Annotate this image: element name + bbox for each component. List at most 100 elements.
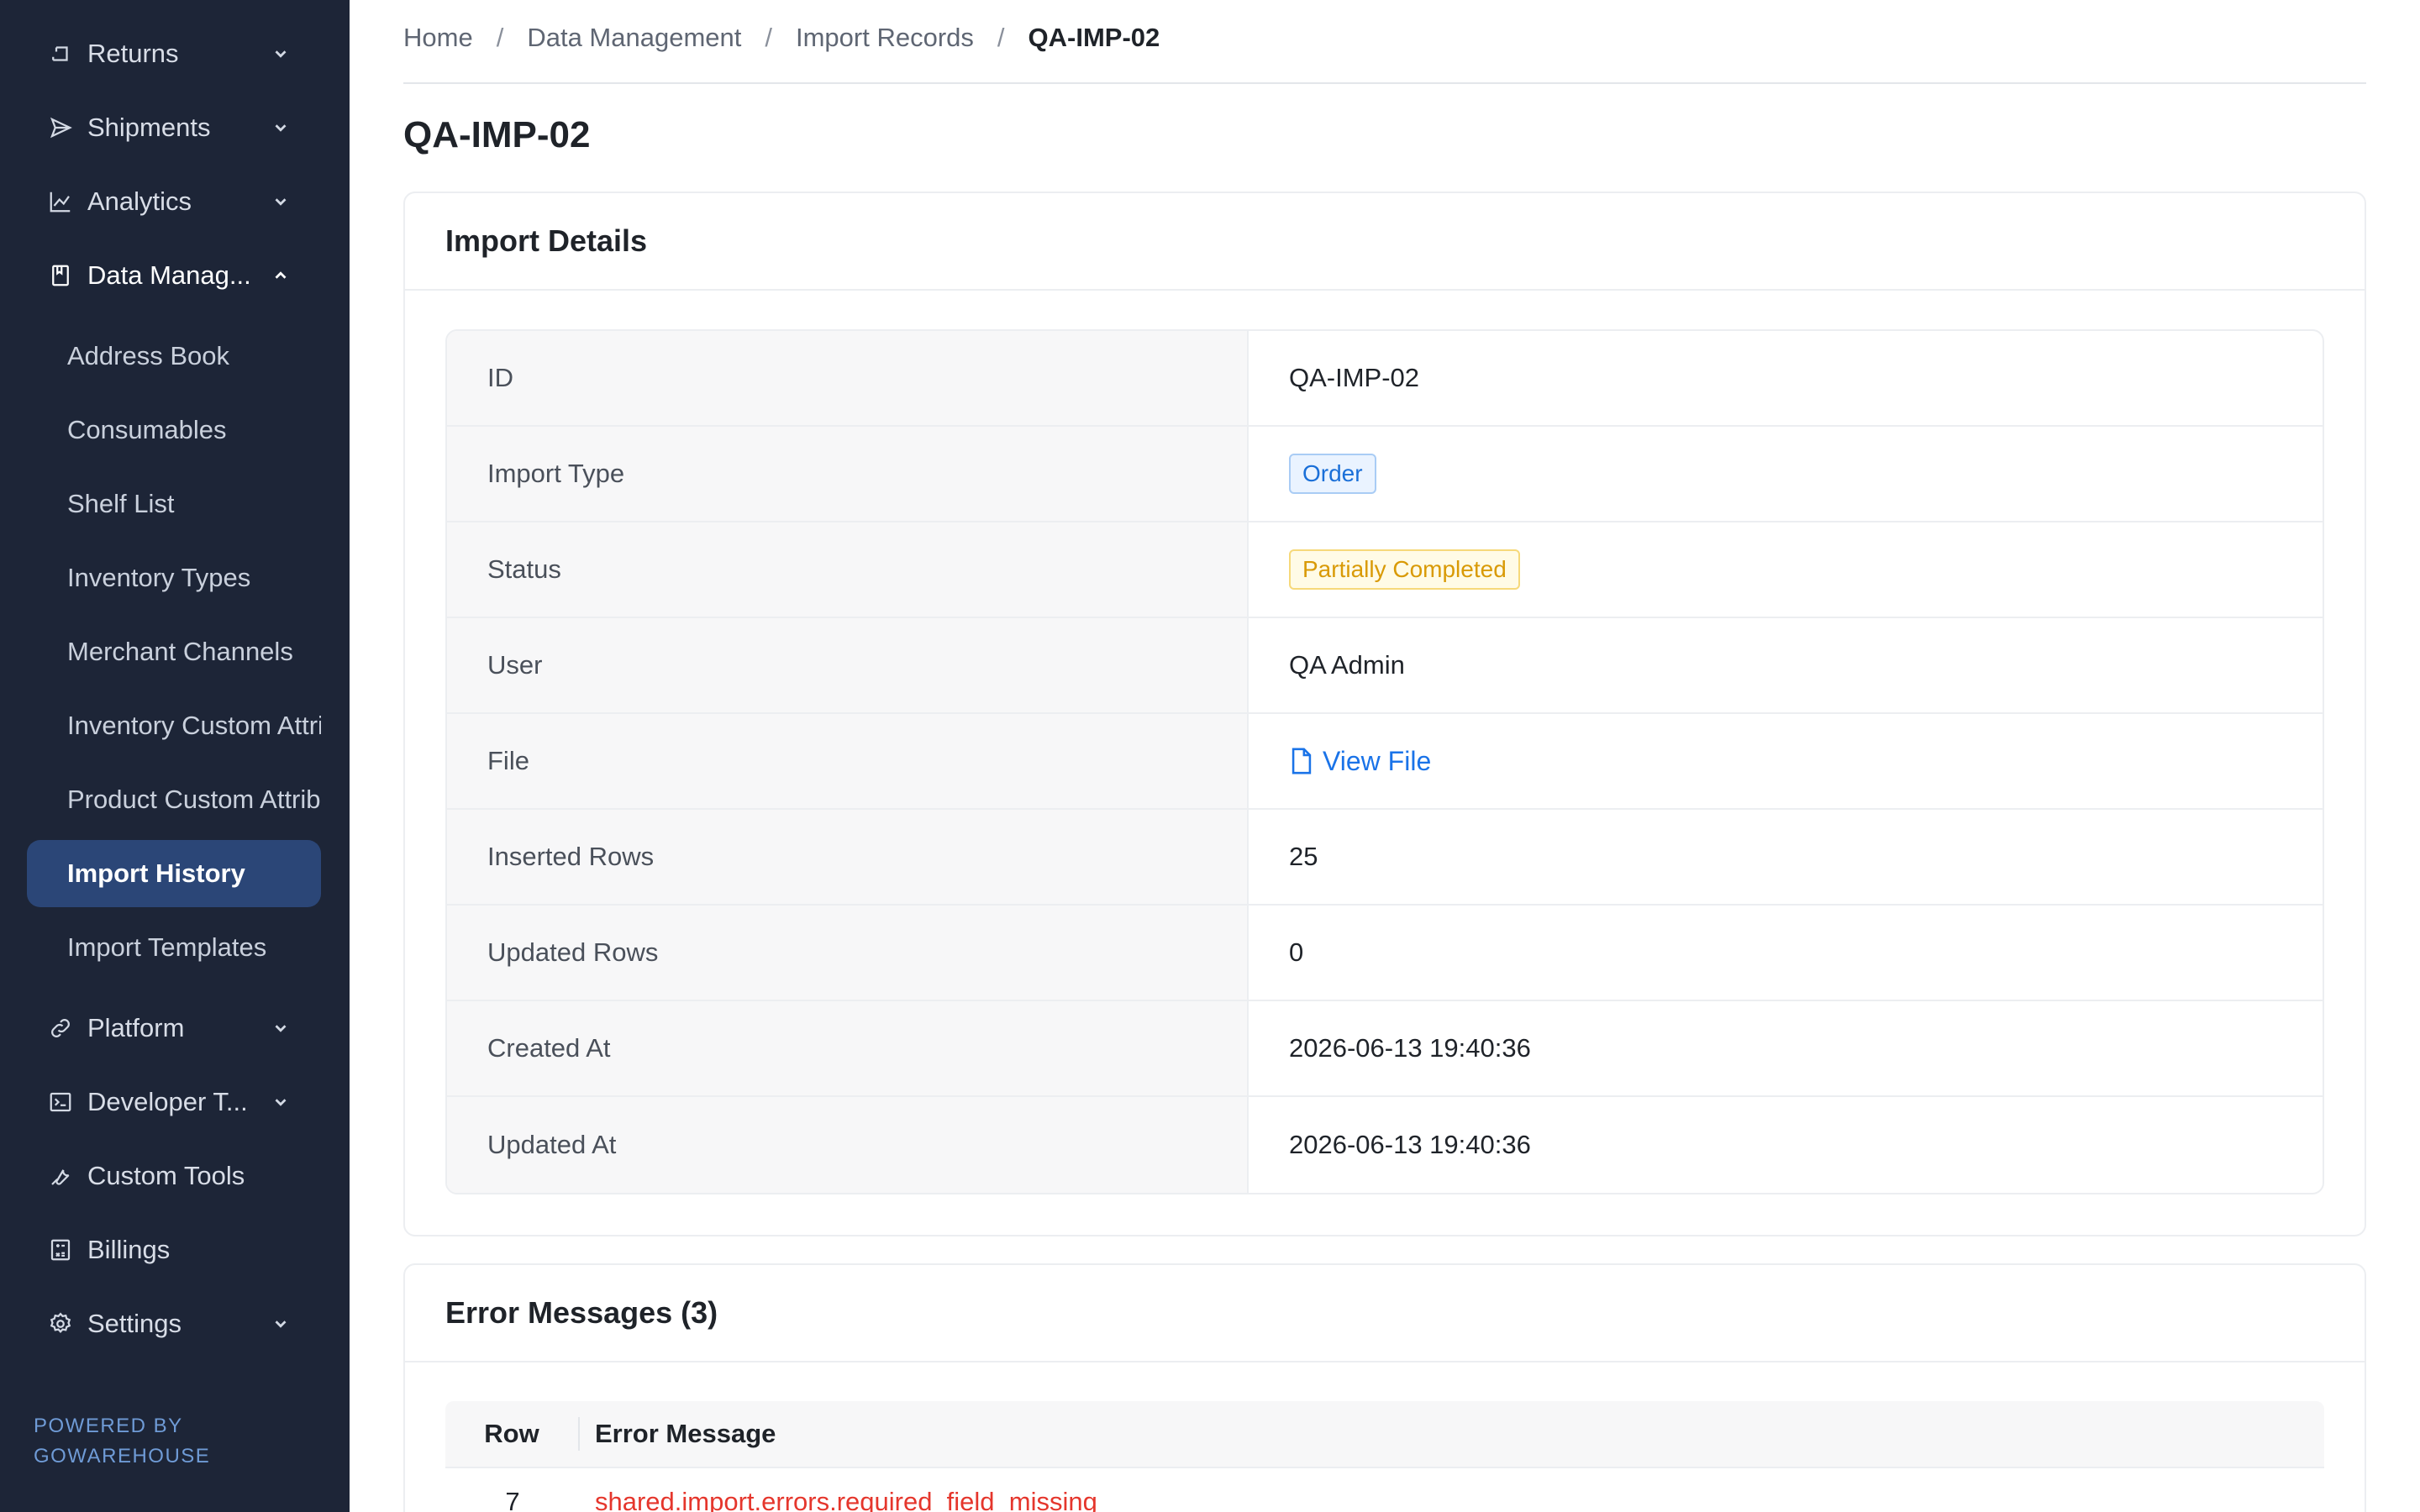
sidebar-item-shelf-list[interactable]: Shelf List <box>27 470 321 538</box>
sidebar-group-platform[interactable]: Platform <box>0 991 350 1065</box>
card-title: Import Details <box>405 193 2365 291</box>
sidebar: Returns Shipments Analytics Data Manag..… <box>0 0 350 1512</box>
sidebar-group-custom-tools[interactable]: Custom Tools <box>0 1139 350 1213</box>
sidebar-group-label: Billings <box>87 1235 171 1264</box>
detail-label: Inserted Rows <box>447 810 1249 904</box>
column-header-error-message: Error Message <box>595 1419 776 1448</box>
sidebar-group-label: Analytics <box>87 186 192 216</box>
detail-label: File <box>447 714 1249 808</box>
sidebar-group-label: Settings <box>87 1309 182 1338</box>
detail-value: 2026-06-13 19:40:36 <box>1289 1033 1531 1063</box>
breadcrumb-divider <box>403 82 2366 84</box>
detail-value: 2026-06-13 19:40:36 <box>1289 1130 1531 1159</box>
powered-by-brand: GOWAREHOUSE <box>34 1445 211 1467</box>
detail-row-import-type: Import Type Order <box>447 427 2323 522</box>
error-table: Row Error Message 7 shared.import.errors… <box>445 1401 2324 1512</box>
sidebar-item-import-templates[interactable]: Import Templates <box>27 914 321 981</box>
sidebar-item-inventory-types[interactable]: Inventory Types <box>27 544 321 612</box>
sidebar-item-address-book[interactable]: Address Book <box>27 323 321 390</box>
sidebar-group-analytics[interactable]: Analytics <box>0 165 350 239</box>
detail-value: QA-IMP-02 <box>1289 363 1420 392</box>
detail-value: QA Admin <box>1289 650 1405 680</box>
sidebar-group-label: Platform <box>87 1013 185 1042</box>
error-message-text: shared.import.errors.required_field_miss… <box>595 1487 1097 1512</box>
detail-label: ID <box>447 331 1249 425</box>
breadcrumb-separator: / <box>765 23 772 52</box>
sidebar-group-billings[interactable]: Billings <box>0 1213 350 1287</box>
breadcrumb-home[interactable]: Home <box>403 23 473 53</box>
return-icon <box>47 40 74 67</box>
detail-row-inserted-rows: Inserted Rows 25 <box>447 810 2323 906</box>
detail-value-cell: Order <box>1249 427 2323 521</box>
gear-icon <box>47 1310 74 1337</box>
detail-label: Updated At <box>447 1097 1249 1193</box>
sidebar-group-label: Shipments <box>87 113 211 142</box>
sidebar-item-label: Import Templates <box>67 932 267 962</box>
detail-value-cell: View File <box>1249 714 2323 808</box>
sidebar-item-import-history[interactable]: Import History <box>27 840 321 907</box>
sidebar-item-label: Consumables <box>67 415 227 444</box>
book-icon <box>47 262 74 289</box>
sidebar-item-product-custom-attributes[interactable]: Product Custom Attributes <box>27 766 321 833</box>
detail-row-created-at: Created At 2026-06-13 19:40:36 <box>447 1001 2323 1097</box>
breadcrumb: Home / Data Management / Import Records … <box>403 18 1160 57</box>
chevron-down-icon <box>267 188 294 215</box>
file-icon <box>1292 748 1312 774</box>
breadcrumb-data-management[interactable]: Data Management <box>527 23 741 53</box>
sidebar-group-label: Returns <box>87 39 179 68</box>
breadcrumb-separator: / <box>496 23 504 52</box>
sidebar-group-label: Custom Tools <box>87 1161 245 1190</box>
detail-label: Updated Rows <box>447 906 1249 1000</box>
import-type-tag: Order <box>1289 454 1376 494</box>
sidebar-item-label: Shelf List <box>67 489 175 518</box>
breadcrumb-import-records[interactable]: Import Records <box>796 23 974 53</box>
details-table: ID QA-IMP-02 Import Type Order Status Pa… <box>445 329 2324 1194</box>
chevron-down-icon <box>267 114 294 141</box>
line-chart-icon <box>47 188 74 215</box>
sidebar-item-merchant-channels[interactable]: Merchant Channels <box>27 618 321 685</box>
sidebar-item-label: Product Custom Attributes <box>67 785 321 814</box>
column-header-row: Row <box>445 1417 580 1451</box>
sidebar-group-returns[interactable]: Returns <box>0 17 350 91</box>
card-title: Error Messages (3) <box>405 1265 2365 1362</box>
sidebar-group-settings[interactable]: Settings <box>0 1287 350 1361</box>
detail-value-cell: Partially Completed <box>1249 522 2323 617</box>
detail-value: 25 <box>1289 842 1318 871</box>
powered-by-line: POWERED BY <box>34 1415 183 1437</box>
sidebar-group-data-management[interactable]: Data Manag... <box>0 239 350 312</box>
link-icon <box>47 1015 74 1042</box>
sidebar-item-label: Import History <box>67 858 245 888</box>
table-row: 7 shared.import.errors.required_field_mi… <box>445 1468 2324 1512</box>
detail-value: 0 <box>1289 937 1304 967</box>
sidebar-item-consumables[interactable]: Consumables <box>27 396 321 464</box>
chevron-up-icon <box>267 262 294 289</box>
view-file-link[interactable]: View File <box>1289 746 1431 777</box>
sidebar-group-developer-tools[interactable]: Developer T... <box>0 1065 350 1139</box>
chevron-down-icon <box>267 1089 294 1116</box>
sidebar-item-label: Inventory Types <box>67 563 251 592</box>
detail-row-id: ID QA-IMP-02 <box>447 331 2323 427</box>
import-details-card: Import Details ID QA-IMP-02 Import Type … <box>403 192 2366 1236</box>
detail-row-updated-at: Updated At 2026-06-13 19:40:36 <box>447 1097 2323 1193</box>
detail-row-status: Status Partially Completed <box>447 522 2323 618</box>
detail-row-user: User QA Admin <box>447 618 2323 714</box>
error-row-number: 7 <box>505 1487 520 1512</box>
error-table-header: Row Error Message <box>445 1401 2324 1468</box>
chevron-down-icon <box>267 1310 294 1337</box>
sidebar-item-label: Merchant Channels <box>67 637 293 666</box>
sidebar-group-label: Data Manag... <box>87 260 251 290</box>
sidebar-group-shipments[interactable]: Shipments <box>0 91 350 165</box>
sidebar-item-label: Address Book <box>67 341 229 370</box>
chevron-down-icon <box>267 1015 294 1042</box>
detail-label: User <box>447 618 1249 712</box>
detail-row-updated-rows: Updated Rows 0 <box>447 906 2323 1001</box>
sidebar-item-label: Inventory Custom Attributes <box>67 711 321 740</box>
powered-by: POWERED BY GOWAREHOUSE <box>34 1411 210 1472</box>
detail-label: Import Type <box>447 427 1249 521</box>
status-badge: Partially Completed <box>1289 549 1520 590</box>
breadcrumb-current: QA-IMP-02 <box>1028 23 1160 52</box>
send-icon <box>47 114 74 141</box>
detail-label: Status <box>447 522 1249 617</box>
sidebar-item-inventory-custom-attributes[interactable]: Inventory Custom Attributes <box>27 692 321 759</box>
wrench-icon <box>47 1163 74 1189</box>
